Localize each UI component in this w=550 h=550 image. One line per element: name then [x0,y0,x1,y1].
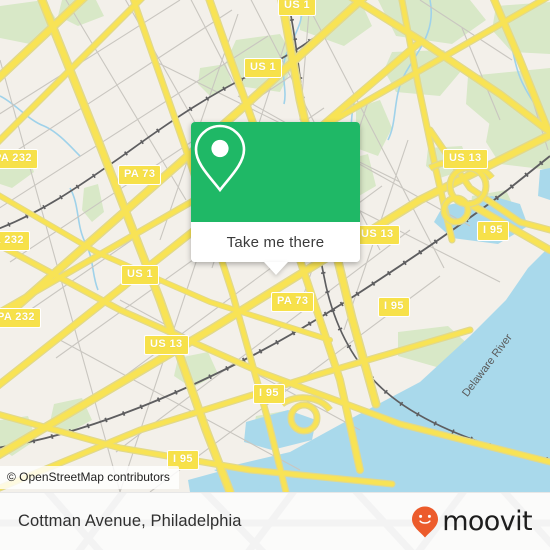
highway-shield: US 1 [121,265,160,285]
popup-pin-area [191,122,360,222]
highway-shield: US 1 [244,58,283,78]
popup-tail [263,262,288,275]
highway-shield: I 95 [253,384,285,404]
take-me-there-button[interactable]: Take me there [191,222,360,262]
map-attribution[interactable]: © OpenStreetMap contributors [0,466,179,489]
highway-shield: I 95 [477,221,509,241]
highway-shield: PA 73 [271,292,315,312]
highway-shield: US 1 [278,0,317,16]
map-pin-icon [194,124,246,193]
screenshot-root: US 1 US 1 PA 232 PA 73 US 13 PA 232 US 13 I 95 U… [0,0,550,550]
map-canvas[interactable]: US 1 US 1 PA 232 PA 73 US 13 PA 232 US 13 I 95 U… [0,0,550,492]
place-title: Cottman Avenue, Philadelphia [18,512,242,530]
highway-shield: US 13 [355,225,400,245]
highway-shield: PA 232 [0,149,38,169]
highway-shield: PA 73 [118,165,162,185]
take-me-there-label: Take me there [226,233,325,251]
footer-bar: Cottman Avenue, Philadelphia moovit [0,492,550,550]
moovit-pin-smiley-icon [412,506,439,537]
highway-shield: US 13 [443,149,488,169]
moovit-wordmark: moovit [442,506,532,537]
highway-shield: US 13 [144,335,189,355]
highway-shield: I 95 [378,297,410,317]
highway-shield: PA 232 [0,308,41,328]
place-popup-card[interactable]: Take me there [191,122,360,275]
highway-shield: PA 232 [0,231,30,251]
moovit-logo[interactable]: moovit [410,505,533,539]
